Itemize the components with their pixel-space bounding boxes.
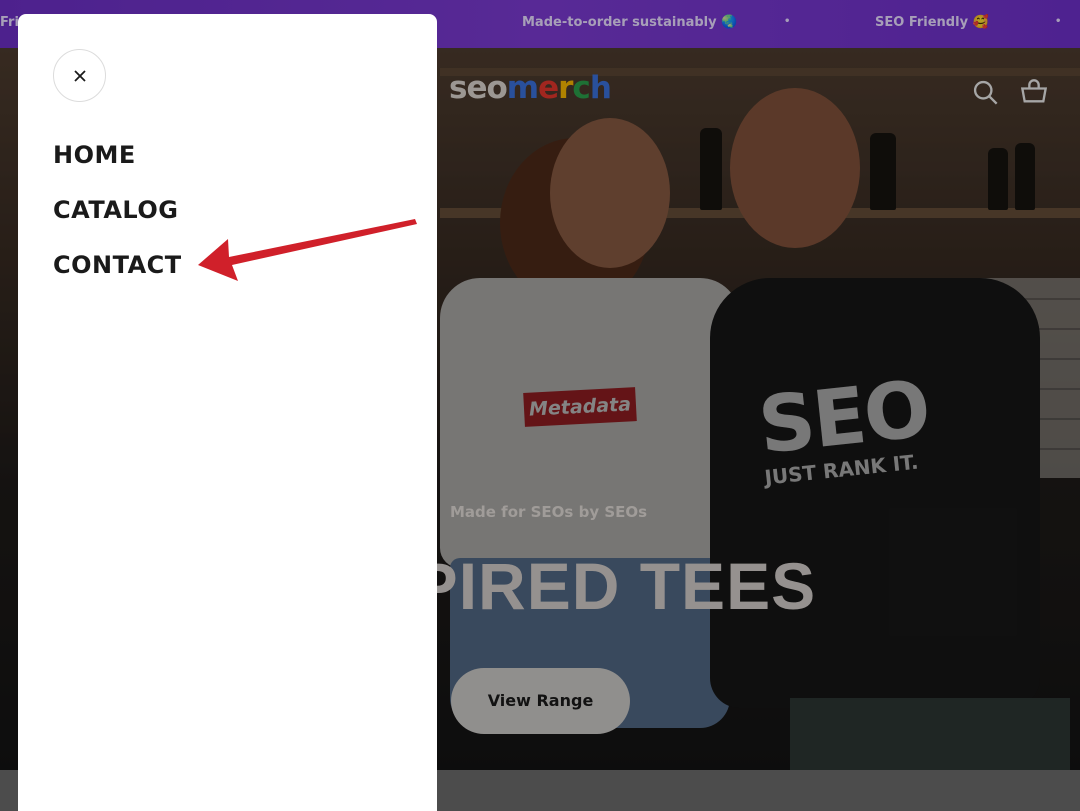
nav-item-home[interactable]: HOME (53, 141, 136, 169)
close-icon (73, 69, 86, 82)
red-arrow-annotation (198, 219, 417, 281)
close-button[interactable] (53, 49, 106, 102)
navigation-drawer: HOME CATALOG CONTACT (18, 14, 437, 811)
nav-item-catalog[interactable]: CATALOG (53, 196, 178, 224)
nav-item-contact[interactable]: CONTACT (53, 251, 182, 279)
